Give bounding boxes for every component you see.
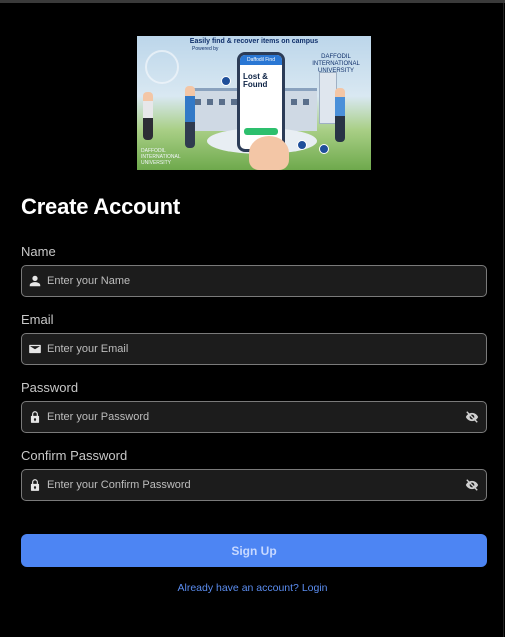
page-title: Create Account	[21, 194, 180, 219]
map-pin-icon	[319, 144, 329, 154]
email-input[interactable]	[47, 334, 457, 364]
banner-subcaption: Powered by	[192, 46, 219, 52]
login-link[interactable]: Already have an account? Login	[0, 582, 505, 594]
banner-caption: Easily find & recover items on campus	[189, 38, 319, 45]
password-label: Password	[21, 380, 79, 395]
phone-header: Daffodil Find	[240, 55, 282, 65]
email-label: Email	[21, 312, 54, 327]
sign-up-button[interactable]: Sign Up	[21, 534, 487, 567]
name-label: Name	[21, 244, 56, 259]
phone-title: Lost & Found	[243, 73, 268, 89]
phone-button	[244, 128, 278, 135]
hand-illustration	[249, 136, 289, 170]
mail-icon	[29, 344, 41, 354]
map-pin-icon	[221, 76, 231, 86]
confirm-password-field[interactable]	[21, 469, 487, 501]
student-figure	[143, 92, 153, 140]
eye-off-icon[interactable]	[464, 478, 480, 492]
eye-off-icon[interactable]	[464, 410, 480, 424]
name-field[interactable]	[21, 265, 487, 297]
confirm-password-label: Confirm Password	[21, 448, 128, 463]
password-field[interactable]	[21, 401, 487, 433]
email-field[interactable]	[21, 333, 487, 365]
student-figure	[335, 88, 345, 142]
lock-icon	[30, 479, 40, 491]
university-seal-icon	[145, 50, 179, 84]
map-pin-icon	[297, 140, 307, 150]
banner-university-left: DAFFODIL INTERNATIONAL UNIVERSITY	[141, 148, 181, 166]
lost-and-found-banner-image: Easily find & recover items on campus Po…	[137, 36, 371, 170]
name-input[interactable]	[47, 266, 457, 296]
phone-title-line2: Found	[243, 80, 268, 89]
lock-icon	[30, 411, 40, 423]
student-figure	[185, 86, 195, 148]
confirm-password-input[interactable]	[47, 470, 457, 500]
password-input[interactable]	[47, 402, 457, 432]
person-icon	[29, 275, 41, 287]
